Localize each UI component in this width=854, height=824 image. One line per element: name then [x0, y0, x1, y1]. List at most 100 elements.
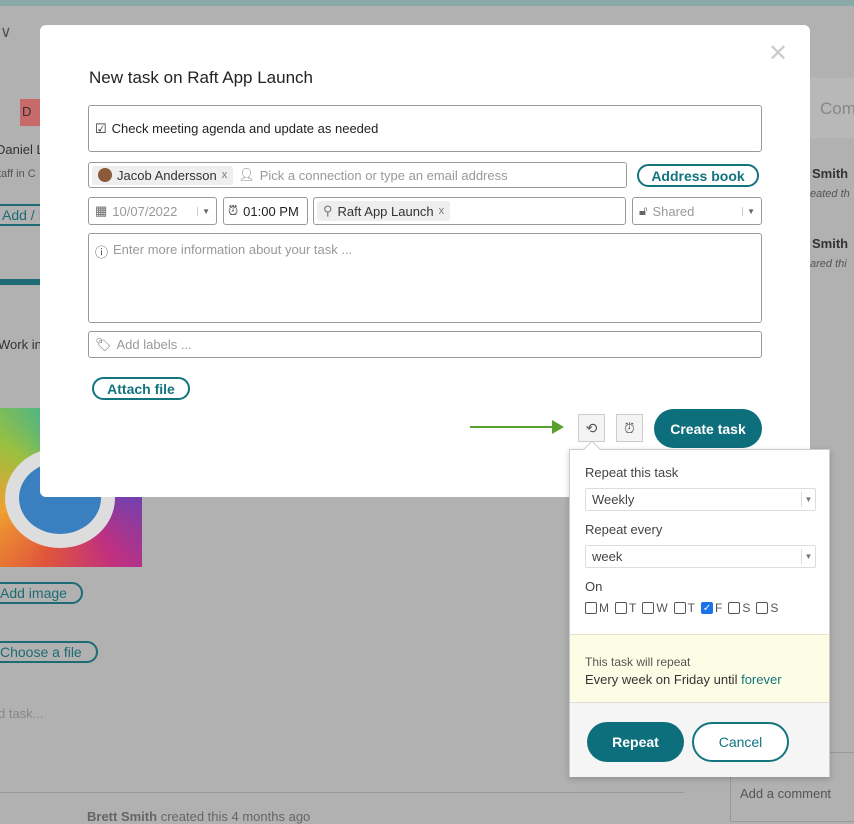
- close-icon[interactable]: ✕: [768, 39, 788, 68]
- chevron-down-icon: ▼: [801, 549, 815, 564]
- popover-footer: Repeat Cancel: [570, 703, 829, 777]
- address-book-button[interactable]: Address book: [637, 164, 759, 187]
- visibility-value: Shared: [652, 203, 695, 219]
- day-checkbox[interactable]: ✓: [701, 602, 714, 614]
- on-label: On: [585, 579, 603, 594]
- bg-sub: taff in C: [0, 168, 36, 180]
- time-value: 01:00 PM: [243, 203, 299, 219]
- date-input[interactable]: ▦ 10/07/2022 ▼: [88, 197, 217, 225]
- repeat-popover: Repeat this task Weekly ▼ Repeat every we…: [569, 440, 830, 777]
- divider: [0, 792, 684, 793]
- new-task-modal: ✕ New task on Raft App Launch ☑ Check mee…: [40, 25, 810, 497]
- day-checkbox[interactable]: [673, 602, 686, 614]
- day-checkbox[interactable]: [756, 602, 769, 614]
- assignee-chip: Jacob Andersson x: [92, 165, 234, 185]
- comment-text: ared thi: [810, 258, 847, 270]
- assignee-name: Jacob Andersson: [117, 167, 217, 183]
- day-label: S: [770, 601, 779, 615]
- labels-placeholder: Add labels ...: [116, 337, 192, 352]
- bg-work: Work in: [0, 337, 42, 352]
- assignee-placeholder: Pick a connection or type an email addre…: [259, 167, 508, 183]
- labels-input[interactable]: 🏷︎ Add labels ...: [88, 331, 762, 358]
- day-label: T: [629, 601, 637, 615]
- project-chip: ⚲ Raft App Launch x: [317, 201, 451, 221]
- day-checkbox[interactable]: [642, 602, 655, 614]
- repeat-every-value: week: [592, 549, 623, 564]
- activity-text: created this 4 months ago: [160, 809, 311, 824]
- chevron-down-icon: ▼: [801, 492, 815, 507]
- repeat-frequency-select[interactable]: Weekly ▼: [585, 488, 816, 511]
- comment-user: Smith: [812, 166, 849, 181]
- forever-link[interactable]: forever: [741, 672, 781, 687]
- summary-text: Every week on Friday until: [585, 672, 738, 687]
- summary-intro: This task will repeat: [585, 655, 691, 669]
- info-icon: ⓘ: [95, 245, 109, 260]
- arrow-annotation: [470, 426, 555, 428]
- chevron-down-icon[interactable]: ∨: [0, 22, 12, 42]
- repeat-frequency-value: Weekly: [592, 492, 635, 507]
- add-image-button[interactable]: Add image: [0, 582, 83, 604]
- day-6[interactable]: S: [756, 601, 778, 615]
- day-5[interactable]: S: [728, 601, 750, 615]
- cancel-button[interactable]: Cancel: [692, 722, 789, 762]
- assignee-input[interactable]: Jacob Andersson x 👤︎ Pick a connection or …: [88, 162, 627, 188]
- alarm-icon: ⏰︎: [228, 203, 239, 218]
- bg-progress: [0, 279, 40, 285]
- bg-add-task[interactable]: d task...: [0, 706, 44, 721]
- comment-user: Smith: [812, 236, 849, 251]
- task-text: Check meeting agenda and update as neede…: [111, 121, 379, 136]
- repeat-button[interactable]: Repeat: [587, 722, 684, 762]
- create-task-button[interactable]: Create task: [654, 409, 762, 448]
- link-icon: ⚲: [323, 203, 333, 218]
- avatar: [98, 168, 112, 182]
- arrow-head: [552, 420, 564, 434]
- day-label: W: [656, 601, 668, 615]
- description-textarea[interactable]: ⓘ Enter more information about your task …: [88, 233, 762, 323]
- project-input[interactable]: ⚲ Raft App Launch x: [313, 197, 626, 225]
- date-value: 10/07/2022: [112, 203, 178, 219]
- day-3[interactable]: T: [673, 601, 696, 615]
- top-bar: [0, 0, 854, 6]
- attach-file-button[interactable]: Attach file: [92, 377, 190, 400]
- day-label: S: [742, 601, 751, 615]
- day-checkbox[interactable]: [615, 602, 627, 614]
- badge: D: [20, 99, 42, 126]
- day-0[interactable]: M: [585, 601, 609, 615]
- description-placeholder: Enter more information about your task .…: [113, 242, 353, 257]
- repeat-every-select[interactable]: week ▼: [585, 545, 816, 568]
- day-1[interactable]: T: [615, 601, 636, 615]
- chevron-down-icon[interactable]: ▼: [742, 206, 755, 216]
- day-checkboxes: M T W T ✓ F S S: [585, 601, 778, 615]
- repeat-label: Repeat this task: [585, 465, 679, 480]
- day-2[interactable]: W: [642, 601, 668, 615]
- day-label: T: [687, 601, 696, 615]
- choose-file-button[interactable]: Choose a file: [0, 641, 98, 663]
- remove-assignee-button[interactable]: x: [222, 169, 228, 181]
- checkbox-icon: ☑: [95, 120, 107, 136]
- person-icon: 👤︎: [238, 167, 255, 182]
- repeat-icon[interactable]: ⟲: [578, 414, 605, 442]
- time-input[interactable]: ⏰︎ 01:00 PM: [223, 197, 308, 225]
- comments-header: Com: [820, 99, 854, 118]
- day-checkbox[interactable]: [728, 602, 741, 614]
- day-label: F: [715, 601, 723, 615]
- bg-name: Daniel L: [0, 142, 44, 157]
- comment-text: eated th: [810, 188, 850, 200]
- remove-project-button[interactable]: x: [439, 205, 445, 217]
- day-label: M: [599, 601, 609, 615]
- day-4[interactable]: ✓ F: [701, 601, 722, 615]
- repeat-every-label: Repeat every: [585, 522, 663, 537]
- modal-title: New task on Raft App Launch: [89, 68, 313, 87]
- visibility-select[interactable]: 🔓︎ Shared ▼: [632, 197, 762, 225]
- unlock-icon: 🔓︎: [639, 203, 648, 218]
- task-name-input[interactable]: ☑ Check meeting agenda and update as need…: [88, 105, 762, 152]
- calendar-icon: ▦: [95, 203, 108, 218]
- activity-user: Brett Smith: [87, 809, 158, 824]
- chevron-down-icon[interactable]: ▼: [197, 206, 210, 216]
- activity-item: Brett Smith created this 4 months ago: [87, 809, 310, 824]
- project-name: Raft App Launch: [337, 203, 434, 219]
- tag-icon: 🏷︎: [95, 336, 112, 352]
- repeat-summary: This task will repeat Every week on Frid…: [570, 634, 829, 703]
- reminder-alarm-icon[interactable]: ⏰︎: [616, 414, 643, 442]
- day-checkbox[interactable]: [585, 602, 597, 614]
